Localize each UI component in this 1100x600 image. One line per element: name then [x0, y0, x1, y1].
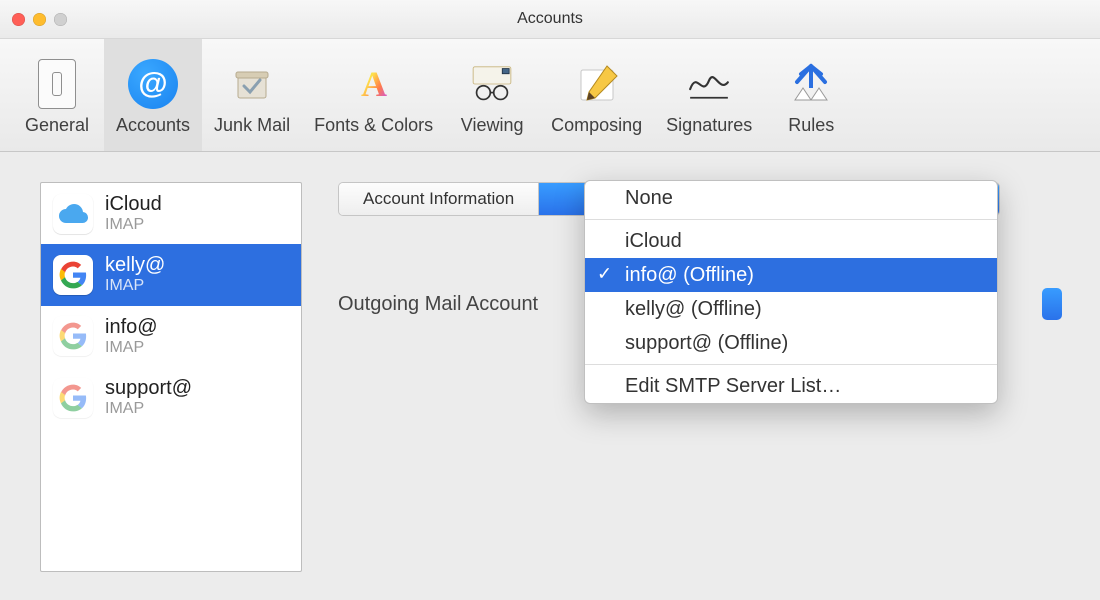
- switch-icon: [38, 59, 76, 109]
- rules-icon: [787, 60, 835, 108]
- account-row-name: kelly@: [105, 254, 165, 277]
- checkmark-icon: ✓: [597, 263, 612, 284]
- account-sidebar: iCloud IMAP kelly@ IMAP: [40, 182, 302, 572]
- account-row-name: info@: [105, 316, 158, 339]
- account-row-support[interactable]: support@ IMAP: [41, 367, 301, 428]
- smtp-option-label: Edit SMTP Server List…: [625, 375, 841, 398]
- smtp-option-kelly[interactable]: ✓ kelly@ (Offline): [585, 292, 997, 326]
- close-window-button[interactable]: [12, 13, 25, 26]
- account-row-name: iCloud: [105, 193, 162, 216]
- menu-separator: [585, 219, 997, 220]
- toolbar-rules-label: Rules: [788, 115, 834, 136]
- fonts-colors-icon: A: [350, 60, 398, 108]
- toolbar-accounts-label: Accounts: [116, 115, 190, 136]
- account-row-info[interactable]: info@ IMAP: [41, 306, 301, 367]
- svg-text:A: A: [361, 64, 387, 104]
- smtp-popup-menu: ✓ None ✓ iCloud ✓ info@ (Offline) ✓ kell…: [584, 180, 998, 404]
- smtp-option-label: info@ (Offline): [625, 264, 754, 287]
- menu-separator: [585, 364, 997, 365]
- toolbar-composing-label: Composing: [551, 115, 642, 136]
- google-icon: [53, 255, 93, 295]
- preferences-toolbar: General @ Accounts Junk Mail: [0, 39, 1100, 152]
- account-row-icloud[interactable]: iCloud IMAP: [41, 183, 301, 244]
- smtp-edit-server-list[interactable]: ✓ Edit SMTP Server List…: [585, 369, 997, 403]
- toolbar-fonts-colors[interactable]: A Fonts & Colors: [302, 39, 445, 151]
- minimize-window-button[interactable]: [33, 13, 46, 26]
- toolbar-accounts[interactable]: @ Accounts: [104, 39, 202, 151]
- toolbar-signatures-label: Signatures: [666, 115, 752, 136]
- glasses-icon: [468, 60, 516, 108]
- toolbar-viewing[interactable]: Viewing: [445, 39, 539, 151]
- zoom-window-button[interactable]: [54, 13, 67, 26]
- trash-icon: [228, 60, 276, 108]
- outgoing-mail-label: Outgoing Mail Account: [338, 293, 538, 316]
- window-title: Accounts: [0, 10, 1100, 28]
- toolbar-viewing-label: Viewing: [461, 115, 524, 136]
- smtp-option-icloud[interactable]: ✓ iCloud: [585, 224, 997, 258]
- smtp-option-label: iCloud: [625, 230, 682, 253]
- icloud-icon: [53, 194, 93, 234]
- account-row-protocol: IMAP: [105, 339, 158, 357]
- smtp-option-none[interactable]: ✓ None: [585, 181, 997, 215]
- smtp-option-info[interactable]: ✓ info@ (Offline): [585, 258, 997, 292]
- smtp-option-support[interactable]: ✓ support@ (Offline): [585, 326, 997, 360]
- at-sign-icon: @: [128, 59, 178, 109]
- account-row-protocol: IMAP: [105, 277, 165, 295]
- google-icon: [53, 378, 93, 418]
- toolbar-fonts-label: Fonts & Colors: [314, 115, 433, 136]
- toolbar-general-label: General: [25, 115, 89, 136]
- toolbar-junk-label: Junk Mail: [214, 115, 290, 136]
- account-row-kelly[interactable]: kelly@ IMAP: [41, 244, 301, 305]
- toolbar-signatures[interactable]: Signatures: [654, 39, 764, 151]
- account-row-protocol: IMAP: [105, 216, 162, 234]
- smtp-option-label: kelly@ (Offline): [625, 298, 762, 321]
- google-icon: [53, 316, 93, 356]
- signature-icon: [685, 60, 733, 108]
- smtp-option-label: support@ (Offline): [625, 332, 788, 355]
- toolbar-rules[interactable]: Rules: [764, 39, 858, 151]
- toolbar-junk-mail[interactable]: Junk Mail: [202, 39, 302, 151]
- smtp-popup-button[interactable]: [1042, 288, 1062, 320]
- window-controls: [12, 13, 67, 26]
- toolbar-general[interactable]: General: [10, 39, 104, 151]
- account-row-protocol: IMAP: [105, 400, 192, 418]
- account-detail-panel: Account Information s Outgoing Mail Acco…: [338, 182, 1060, 572]
- compose-icon: [573, 60, 621, 108]
- smtp-option-label: None: [625, 187, 673, 210]
- body-area: iCloud IMAP kelly@ IMAP: [0, 152, 1100, 600]
- tab-account-information[interactable]: Account Information: [339, 183, 539, 215]
- toolbar-composing[interactable]: Composing: [539, 39, 654, 151]
- account-row-name: support@: [105, 377, 192, 400]
- titlebar: Accounts: [0, 0, 1100, 39]
